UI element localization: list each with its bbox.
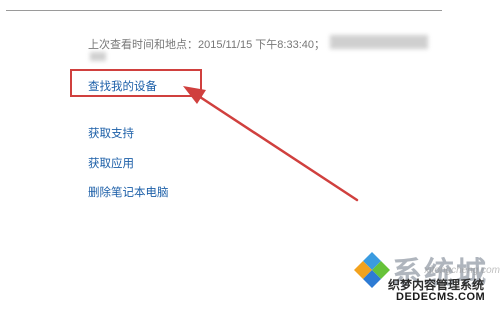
annotation-arrow-shaft bbox=[198, 95, 359, 202]
get-apps-link[interactable]: 获取应用 bbox=[88, 155, 134, 171]
section-divider bbox=[6, 10, 442, 11]
redacted-location bbox=[330, 35, 428, 49]
last-seen-text: 上次查看时间和地点：2015/11/15 下午8:33:40； bbox=[88, 39, 325, 51]
annotation-highlight-box bbox=[70, 69, 202, 97]
get-support-link[interactable]: 获取支持 bbox=[88, 125, 134, 141]
redacted-location-cont bbox=[90, 52, 106, 61]
watermark-cms-url: DEDECMS.COM bbox=[396, 291, 486, 303]
remove-laptop-link[interactable]: 删除笔记本电脑 bbox=[88, 184, 169, 200]
watermark-url-faint: xitongcheng.com bbox=[424, 265, 500, 276]
watermark: 系统城 xitongcheng.com 织梦内容管理系统 DEDECMS.COM bbox=[340, 238, 500, 309]
